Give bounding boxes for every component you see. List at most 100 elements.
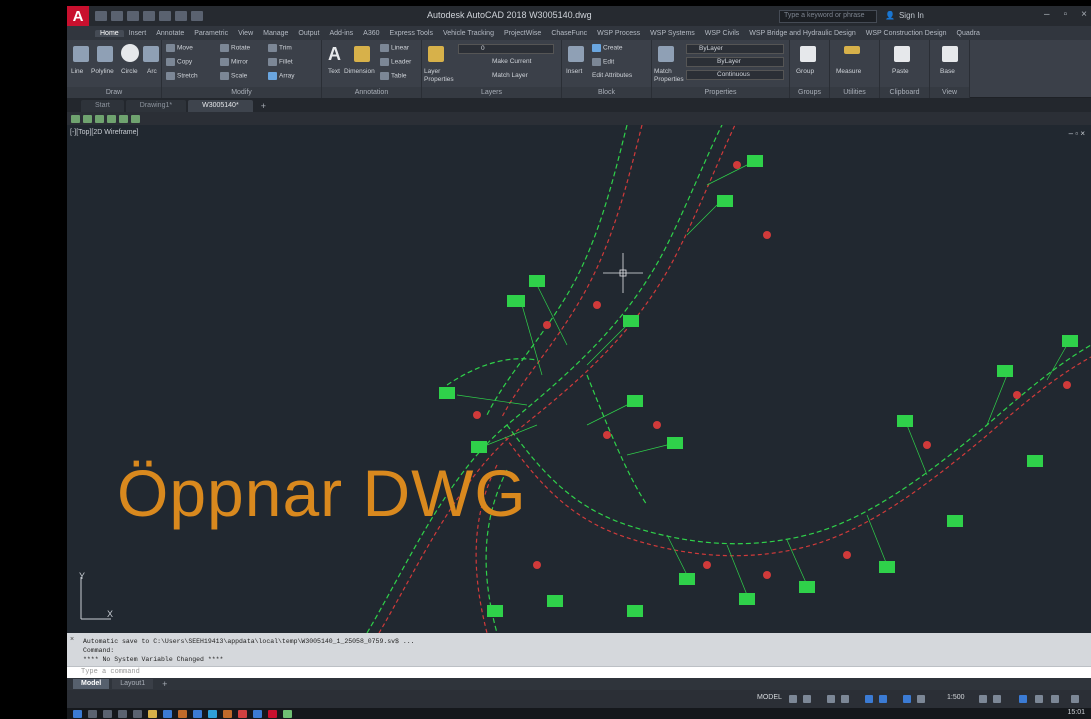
tab-annotate[interactable]: Annotate: [151, 30, 189, 37]
command-history-close-icon[interactable]: ×: [70, 636, 74, 643]
search-icon[interactable]: [88, 709, 97, 718]
outlook-icon[interactable]: [163, 709, 172, 718]
tool-strip-icon[interactable]: [71, 114, 80, 123]
polar-icon[interactable]: [841, 695, 849, 703]
tool-strip-icon[interactable]: [83, 114, 92, 123]
drawing-canvas[interactable]: [-][Top][2D Wireframe] – ▫ × Y X Öppnar …: [67, 125, 1091, 633]
line-icon[interactable]: [73, 46, 89, 62]
line-button[interactable]: Line: [71, 68, 83, 75]
color-dropdown[interactable]: ByLayer: [686, 44, 784, 54]
save-icon[interactable]: [127, 11, 139, 21]
app-icon[interactable]: [253, 709, 262, 718]
browser-icon[interactable]: [193, 709, 202, 718]
stretch-button[interactable]: Stretch: [166, 72, 198, 80]
command-input[interactable]: Type a command: [67, 666, 1091, 678]
layer-dropdown[interactable]: 0: [458, 44, 554, 54]
circle-icon[interactable]: [121, 44, 139, 62]
file-explorer-icon[interactable]: [133, 709, 142, 718]
match-layer-button[interactable]: Match Layer: [492, 72, 528, 79]
group-icon[interactable]: [800, 46, 816, 62]
snap-icon[interactable]: [803, 695, 811, 703]
draw-group-label[interactable]: Draw: [67, 87, 161, 98]
measure-icon[interactable]: [844, 46, 860, 54]
tab-express-tools[interactable]: Express Tools: [385, 30, 438, 37]
autocad-taskbar-icon[interactable]: [268, 709, 277, 718]
leader-button[interactable]: Leader: [380, 58, 411, 66]
clean-screen-icon[interactable]: [1051, 695, 1059, 703]
array-button[interactable]: Array: [268, 72, 295, 80]
autocad-logo-icon[interactable]: A: [67, 6, 89, 26]
create-button[interactable]: Create: [592, 44, 623, 52]
dimension-button[interactable]: Dimension: [344, 68, 375, 75]
otrack-icon[interactable]: [879, 695, 887, 703]
tab-layout1[interactable]: Layout1: [112, 679, 154, 689]
paste-button[interactable]: Paste: [892, 68, 909, 75]
save-as-icon[interactable]: [143, 11, 155, 21]
arc-button[interactable]: Arc: [147, 68, 157, 75]
block-group-label[interactable]: Block: [562, 87, 651, 98]
tab-output[interactable]: Output: [293, 30, 324, 37]
lineweight-icon[interactable]: [903, 695, 911, 703]
new-tab-icon[interactable]: +: [255, 100, 272, 112]
arc-icon[interactable]: [143, 46, 159, 62]
app-icon[interactable]: [283, 709, 292, 718]
tab-view[interactable]: View: [233, 30, 258, 37]
layer-properties-icon[interactable]: [428, 46, 444, 62]
tool-strip-icon[interactable]: [119, 114, 128, 123]
circle-button[interactable]: Circle: [121, 68, 138, 75]
scale-button[interactable]: Scale: [220, 72, 247, 80]
tool-strip-icon[interactable]: [95, 114, 104, 123]
new-file-icon[interactable]: [95, 11, 107, 21]
hardware-acceleration-icon[interactable]: [1035, 695, 1043, 703]
customization-menu-icon[interactable]: [1071, 695, 1079, 703]
layers-group-label[interactable]: Layers: [422, 87, 561, 98]
edit-attributes-button[interactable]: Edit Attributes: [592, 72, 632, 79]
copy-button[interactable]: Copy: [166, 58, 192, 66]
ortho-icon[interactable]: [827, 695, 835, 703]
close-icon[interactable]: ×: [1081, 9, 1087, 20]
polyline-icon[interactable]: [97, 46, 113, 62]
make-current-button[interactable]: Make Current: [492, 58, 531, 65]
tab-vehicle-tracking[interactable]: Vehicle Tracking: [438, 30, 499, 37]
tab-wsp-civils[interactable]: WSP Civils: [700, 30, 744, 37]
annotation-monitor-icon[interactable]: [993, 695, 1001, 703]
tab-wsp-bridge[interactable]: WSP Bridge and Hydraulic Design: [744, 30, 860, 37]
tab-home[interactable]: Home: [95, 29, 124, 37]
insert-button[interactable]: Insert: [566, 68, 582, 75]
tab-model[interactable]: Model: [73, 679, 110, 689]
tab-parametric[interactable]: Parametric: [189, 30, 233, 37]
lineweight-dropdown[interactable]: ByLayer: [686, 57, 784, 67]
search-input[interactable]: Type a keyword or phrase: [779, 10, 877, 23]
clipboard-group-label[interactable]: Clipboard: [880, 87, 929, 98]
edit-button[interactable]: Edit: [592, 58, 614, 66]
tab-quadra[interactable]: Quadra: [952, 30, 985, 37]
match-properties-button[interactable]: Match Properties: [654, 68, 684, 84]
grid-icon[interactable]: [789, 695, 797, 703]
folder-icon[interactable]: [148, 709, 157, 718]
workspace-gear-icon[interactable]: [979, 695, 987, 703]
move-button[interactable]: Move: [166, 44, 193, 52]
file-tab-drawing1[interactable]: Drawing1*: [125, 100, 187, 112]
match-properties-icon[interactable]: [658, 46, 674, 62]
file-tab-w3005140[interactable]: W3005140*: [188, 100, 253, 112]
tab-wsp-systems[interactable]: WSP Systems: [645, 30, 700, 37]
tab-insert[interactable]: Insert: [124, 30, 152, 37]
tab-wsp-construction[interactable]: WSP Construction Design: [861, 30, 952, 37]
app-icon[interactable]: [178, 709, 187, 718]
polyline-button[interactable]: Polyline: [91, 68, 114, 75]
undo-icon[interactable]: [175, 11, 187, 21]
tool-strip-icon[interactable]: [131, 114, 140, 123]
new-layout-icon[interactable]: +: [156, 678, 173, 690]
tool-strip-icon[interactable]: [107, 114, 116, 123]
view-group-label[interactable]: View: [930, 87, 969, 98]
text-button[interactable]: Text: [328, 68, 340, 75]
paste-icon[interactable]: [894, 46, 910, 62]
fillet-button[interactable]: Fillet: [268, 58, 293, 66]
minimize-icon[interactable]: –: [1044, 9, 1050, 20]
table-button[interactable]: Table: [380, 72, 407, 80]
app-icon[interactable]: [208, 709, 217, 718]
viewport-label[interactable]: [-][Top][2D Wireframe]: [70, 129, 138, 136]
isolate-objects-icon[interactable]: [1019, 695, 1027, 703]
open-file-icon[interactable]: [111, 11, 123, 21]
taskbar-clock[interactable]: 15:01: [1067, 709, 1085, 716]
